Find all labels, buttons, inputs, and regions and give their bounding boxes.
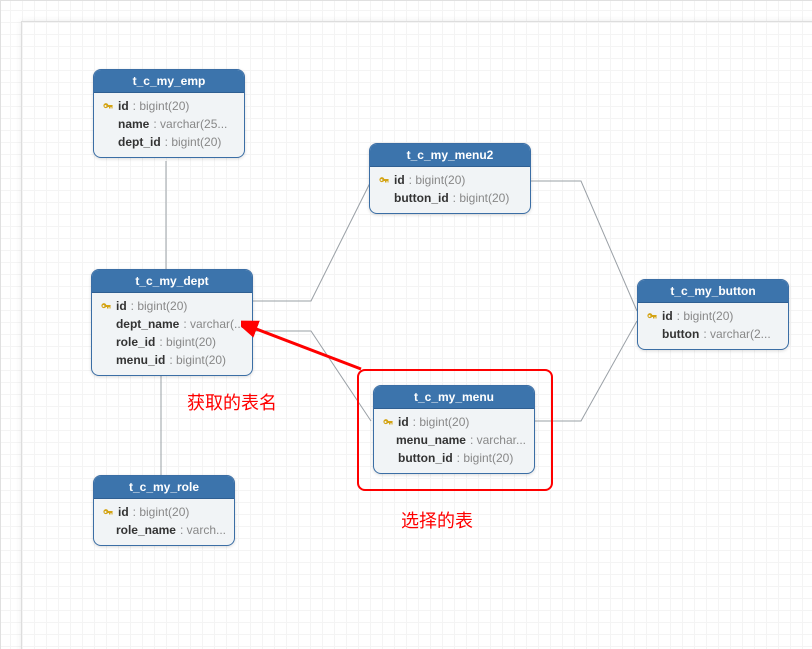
column-row: menu_id: bigint(20) (100, 351, 244, 369)
entity-title: t_c_my_menu (374, 386, 534, 409)
column-row: id: bigint(20) (378, 171, 522, 189)
column-type: : varchar(25... (153, 115, 227, 133)
column-type: : bigint(20) (413, 413, 470, 431)
column-name: menu_id (116, 351, 165, 369)
entity-t_c_my_dept[interactable]: t_c_my_dept id: bigint(20)dept_name: var… (91, 269, 253, 376)
column-row: id: bigint(20) (100, 297, 244, 315)
column-row: id: bigint(20) (646, 307, 780, 325)
entity-columns: id: bigint(20)role_name: varch... (94, 499, 234, 545)
entity-title: t_c_my_dept (92, 270, 252, 293)
column-name: id (398, 413, 409, 431)
column-name: button_id (398, 449, 453, 467)
entity-t_c_my_menu2[interactable]: t_c_my_menu2 id: bigint(20)button_id: bi… (369, 143, 531, 214)
column-name: id (662, 307, 673, 325)
entity-columns: id: bigint(20)button: varchar(2... (638, 303, 788, 349)
column-row: dept_name: varchar(... (100, 315, 244, 333)
entity-title: t_c_my_menu2 (370, 144, 530, 167)
column-name: name (118, 115, 149, 133)
entity-t_c_my_role[interactable]: t_c_my_role id: bigint(20)role_name: var… (93, 475, 235, 546)
column-name: dept_id (118, 133, 161, 151)
column-type: : bigint(20) (159, 333, 216, 351)
column-name: menu_name (396, 431, 466, 449)
annotation-selected-table: 选择的表 (401, 507, 473, 533)
column-type: : bigint(20) (409, 171, 466, 189)
entity-columns: id: bigint(20)menu_name: varchar...butto… (374, 409, 534, 473)
column-type: : bigint(20) (169, 351, 226, 369)
column-row: role_id: bigint(20) (100, 333, 244, 351)
entity-t_c_my_emp[interactable]: t_c_my_emp id: bigint(20)name: varchar(2… (93, 69, 245, 158)
column-name: role_name (116, 521, 176, 539)
column-type: : bigint(20) (131, 297, 188, 315)
column-row: id: bigint(20) (102, 503, 226, 521)
entity-title: t_c_my_role (94, 476, 234, 499)
entity-columns: id: bigint(20)dept_name: varchar(...role… (92, 293, 252, 375)
annotation-fetched-tablename: 获取的表名 (187, 389, 277, 415)
column-row: button_id: bigint(20) (382, 449, 526, 467)
key-icon (100, 300, 112, 312)
key-icon (378, 174, 390, 186)
column-type: : bigint(20) (453, 189, 510, 207)
column-type: : varch... (180, 521, 226, 539)
column-type: : bigint(20) (133, 97, 190, 115)
column-row: id: bigint(20) (102, 97, 236, 115)
entity-t_c_my_button[interactable]: t_c_my_button id: bigint(20)button: varc… (637, 279, 789, 350)
entity-title: t_c_my_button (638, 280, 788, 303)
key-icon (382, 416, 394, 428)
entity-columns: id: bigint(20)name: varchar(25...dept_id… (94, 93, 244, 157)
column-row: role_name: varch... (102, 521, 226, 539)
key-icon (102, 506, 114, 518)
column-row: button_id: bigint(20) (378, 189, 522, 207)
column-name: id (118, 97, 129, 115)
column-row: name: varchar(25... (102, 115, 236, 133)
entity-title: t_c_my_emp (94, 70, 244, 93)
column-row: dept_id: bigint(20) (102, 133, 236, 151)
column-name: id (118, 503, 129, 521)
column-type: : varchar... (470, 431, 526, 449)
key-icon (646, 310, 658, 322)
column-name: dept_name (116, 315, 179, 333)
column-name: id (116, 297, 127, 315)
column-row: id: bigint(20) (382, 413, 526, 431)
column-row: button: varchar(2... (646, 325, 780, 343)
entity-t_c_my_menu[interactable]: t_c_my_menu id: bigint(20)menu_name: var… (373, 385, 535, 474)
column-name: id (394, 171, 405, 189)
column-name: role_id (116, 333, 155, 351)
column-type: : bigint(20) (165, 133, 222, 151)
column-row: menu_name: varchar... (382, 431, 526, 449)
column-type: : bigint(20) (457, 449, 514, 467)
column-name: button (662, 325, 699, 343)
column-type: : bigint(20) (677, 307, 734, 325)
er-canvas[interactable]: t_c_my_emp id: bigint(20)name: varchar(2… (0, 0, 812, 649)
annotation-arrow (241, 319, 371, 379)
column-type: : bigint(20) (133, 503, 190, 521)
column-type: : varchar(2... (703, 325, 770, 343)
column-name: button_id (394, 189, 449, 207)
column-type: : varchar(... (183, 315, 244, 333)
key-icon (102, 100, 114, 112)
entity-columns: id: bigint(20)button_id: bigint(20) (370, 167, 530, 213)
